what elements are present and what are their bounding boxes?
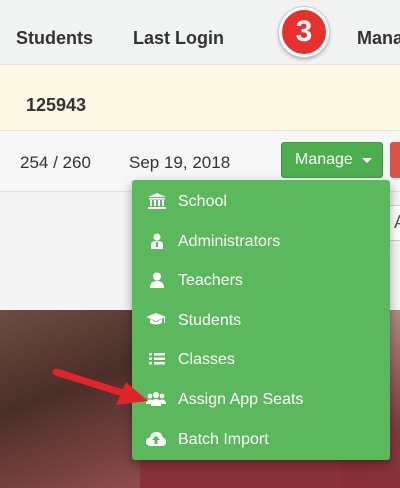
- menu-item-label: Administrators: [178, 233, 281, 250]
- menu-item-label: Classes: [178, 351, 235, 368]
- menu-item-label: Batch Import: [178, 431, 269, 448]
- column-header-manage: Mana: [357, 28, 400, 48]
- menu-item-teachers[interactable]: Teachers: [132, 261, 390, 299]
- user-icon: [150, 272, 164, 288]
- menu-item-administrators[interactable]: Administrators: [132, 222, 390, 260]
- menu-item-label: Students: [178, 312, 242, 329]
- menu-item-label: Assign App Seats: [178, 391, 304, 408]
- table-group-row: 125943: [0, 65, 400, 131]
- delete-button-partial[interactable]: [390, 142, 400, 178]
- manage-button-label: Manage: [295, 151, 353, 168]
- school-icon: [148, 193, 166, 209]
- menu-item-label: Teachers: [178, 272, 243, 289]
- last-login-cell: Sep 19, 2018: [129, 153, 231, 172]
- students-count-cell: 254 / 260: [20, 153, 91, 172]
- pointer-arrow-annotation: [52, 368, 148, 405]
- manage-dropdown-button[interactable]: Manage: [281, 142, 383, 178]
- column-header-last-login[interactable]: Last Login: [133, 28, 224, 49]
- cloud-upload-icon: [146, 432, 166, 446]
- table-header: Students Last Login Mana: [0, 0, 400, 65]
- menu-item-batch-import[interactable]: Batch Import: [132, 420, 390, 458]
- menu-item-students[interactable]: Students: [132, 301, 390, 339]
- menu-item-label: School: [178, 193, 227, 210]
- group-id: 125943: [26, 95, 87, 115]
- step-number-badge: 3: [279, 7, 329, 57]
- menu-item-assign-app-seats[interactable]: Assign App Seats: [132, 380, 390, 418]
- administrator-icon: [151, 233, 163, 249]
- menu-item-school[interactable]: School: [132, 182, 390, 220]
- graduation-cap-icon: [146, 313, 166, 325]
- caret-down-icon: [361, 157, 372, 163]
- menu-item-classes[interactable]: Classes: [132, 340, 390, 378]
- column-header-students[interactable]: Students: [16, 28, 93, 49]
- manage-dropdown-menu: School Administrators Teachers Students: [132, 180, 390, 460]
